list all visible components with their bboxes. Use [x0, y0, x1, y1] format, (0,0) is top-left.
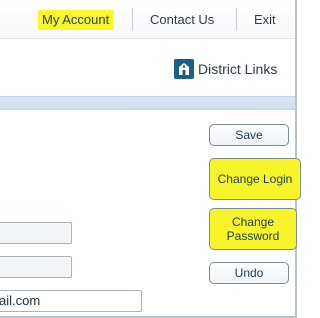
top-navigation-bar: My Account Contact Us Exit — [0, 0, 295, 39]
page-frame: My Account Contact Us Exit District Link… — [0, 0, 301, 318]
exit-link[interactable]: Exit — [250, 10, 280, 30]
save-button[interactable]: Save — [209, 124, 289, 146]
section-header-bar — [0, 96, 295, 110]
email-field[interactable]: ail.com — [0, 290, 142, 312]
contact-us-link[interactable]: Contact Us — [146, 10, 218, 30]
undo-button[interactable]: Undo — [209, 262, 289, 284]
my-account-link[interactable]: My Account — [38, 10, 114, 30]
building-icon — [174, 59, 194, 79]
change-login-button[interactable]: Change Login — [209, 158, 301, 200]
text-field-1[interactable] — [0, 222, 72, 244]
nav-separator — [236, 8, 237, 30]
district-links-label: District Links — [198, 61, 278, 77]
text-field-2[interactable] — [0, 256, 72, 278]
district-links[interactable]: District Links — [174, 57, 277, 81]
change-password-button[interactable]: Change Password — [209, 208, 297, 250]
nav-separator — [132, 8, 133, 30]
